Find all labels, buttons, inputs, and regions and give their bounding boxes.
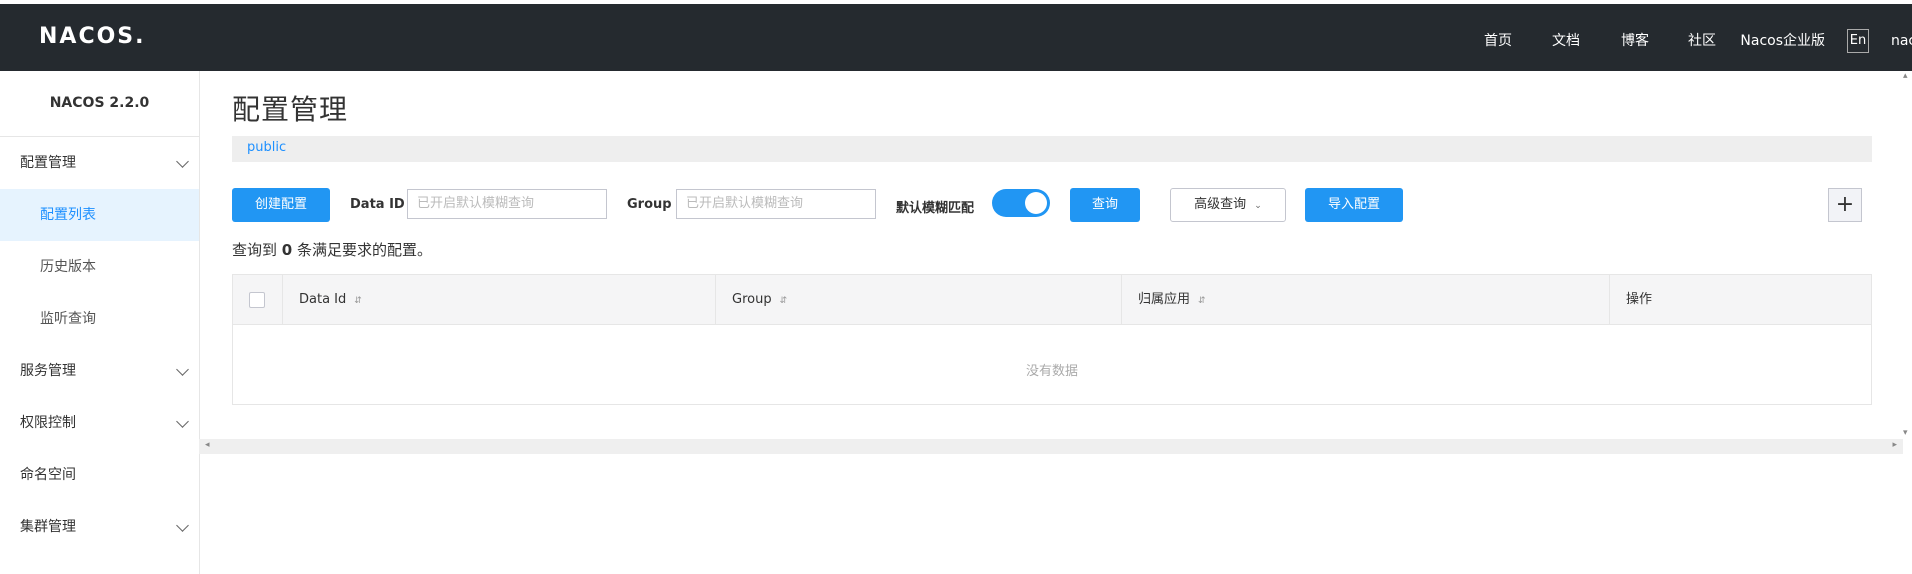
create-config-button[interactable]: 创建配置 — [232, 188, 330, 222]
config-table: Data Id ⇵ Group ⇵ 归属应用 ⇵ 操作 没有数据 — [232, 274, 1872, 405]
column-header-actions: 操作 — [1610, 275, 1871, 324]
column-header-app[interactable]: 归属应用 ⇵ — [1122, 275, 1610, 324]
page-title: 配置管理 — [232, 93, 349, 126]
fuzzy-match-toggle[interactable] — [992, 189, 1050, 217]
advanced-query-button[interactable]: 高级查询 ⌄ — [1170, 188, 1286, 222]
result-count: 0 — [281, 241, 293, 259]
toggle-knob — [1025, 192, 1047, 214]
sidebar-item-listener-query[interactable]: 监听查询 — [0, 293, 199, 345]
sidebar-item-label: 命名空间 — [20, 467, 76, 483]
query-result-text: 查询到 0 条满足要求的配置。 — [232, 239, 432, 260]
sidebar-item-service-management[interactable]: 服务管理 — [0, 345, 199, 397]
import-config-button[interactable]: 导入配置 — [1305, 188, 1403, 222]
scroll-down-icon[interactable]: ▾ — [1903, 428, 1908, 438]
data-id-label: Data ID — [350, 197, 405, 212]
horizontal-scrollbar[interactable]: ◂ ▸ — [199, 439, 1903, 454]
sidebar: NACOS 2.2.0 配置管理 配置列表 历史版本 监听查询 服务管理 权限控… — [0, 71, 200, 574]
user-menu[interactable]: nacos — [1891, 29, 1912, 53]
chevron-down-icon — [176, 155, 189, 168]
nacos-logo[interactable]: NACOS. — [39, 24, 146, 49]
nav-home[interactable]: 首页 — [1484, 29, 1512, 53]
result-prefix: 查询到 — [232, 241, 278, 259]
column-header-data-id[interactable]: Data Id ⇵ — [283, 275, 716, 324]
chevron-down-icon — [176, 363, 189, 376]
result-suffix: 条满足要求的配置。 — [297, 241, 433, 259]
sort-icon[interactable]: ⇵ — [354, 296, 362, 306]
data-id-input[interactable]: 已开启默认模糊查询 — [407, 189, 607, 219]
nav-community[interactable]: 社区 — [1688, 29, 1716, 53]
nav-blog[interactable]: 博客 — [1621, 29, 1649, 53]
sidebar-item-label: 集群管理 — [20, 519, 76, 535]
sort-icon[interactable]: ⇵ — [1198, 296, 1206, 306]
sidebar-item-label: 历史版本 — [40, 259, 96, 275]
column-label: 操作 — [1626, 292, 1653, 307]
scroll-up-icon[interactable]: ▴ — [1903, 71, 1908, 81]
sidebar-item-label: 服务管理 — [20, 363, 76, 379]
query-button[interactable]: 查询 — [1070, 188, 1140, 222]
chevron-down-icon — [176, 519, 189, 532]
select-all-cell — [233, 275, 283, 324]
sidebar-item-label: 配置管理 — [20, 155, 76, 171]
empty-state-text: 没有数据 — [1025, 364, 1078, 379]
top-header: NACOS. 首页 文档 博客 社区 Nacos企业版 En nacos — [0, 4, 1912, 71]
column-header-group[interactable]: Group ⇵ — [716, 275, 1122, 324]
table-header: Data Id ⇵ Group ⇵ 归属应用 ⇵ 操作 — [233, 275, 1871, 325]
scroll-left-icon[interactable]: ◂ — [205, 440, 210, 450]
sidebar-item-access-control[interactable]: 权限控制 — [0, 397, 199, 449]
sidebar-item-label: 权限控制 — [20, 415, 76, 431]
vertical-scrollbar[interactable]: ▴ ▾ — [1903, 71, 1912, 438]
select-all-checkbox[interactable] — [249, 292, 265, 308]
nav-enterprise[interactable]: Nacos企业版 — [1740, 29, 1825, 53]
sidebar-item-label: 配置列表 — [40, 207, 96, 223]
sort-icon[interactable]: ⇵ — [780, 296, 788, 306]
column-label: Data Id — [299, 292, 347, 307]
nav-docs[interactable]: 文档 — [1552, 29, 1580, 53]
sidebar-item-cluster-management[interactable]: 集群管理 — [0, 501, 199, 553]
chevron-down-icon — [176, 415, 189, 428]
scroll-right-icon[interactable]: ▸ — [1892, 440, 1897, 450]
column-label: Group — [732, 292, 772, 307]
chevron-down-icon: ⌄ — [1254, 201, 1262, 211]
column-label: 归属应用 — [1138, 292, 1191, 307]
sidebar-item-label: 监听查询 — [40, 311, 96, 327]
group-input[interactable]: 已开启默认模糊查询 — [676, 189, 876, 219]
advanced-query-label: 高级查询 — [1194, 197, 1247, 212]
namespace-bar: public — [232, 136, 1872, 162]
language-switch-button[interactable]: En — [1847, 29, 1869, 53]
add-icon-button[interactable]: + — [1828, 188, 1862, 222]
sidebar-item-config-management[interactable]: 配置管理 — [0, 137, 199, 189]
namespace-public-link[interactable]: public — [247, 140, 286, 155]
version-label: NACOS 2.2.0 — [0, 71, 199, 137]
sidebar-item-history[interactable]: 历史版本 — [0, 241, 199, 293]
sidebar-item-config-list[interactable]: 配置列表 — [0, 189, 199, 241]
fuzzy-match-label: 默认模糊匹配 — [896, 201, 975, 216]
group-label: Group — [627, 197, 672, 212]
sidebar-item-namespace[interactable]: 命名空间 — [0, 449, 199, 501]
